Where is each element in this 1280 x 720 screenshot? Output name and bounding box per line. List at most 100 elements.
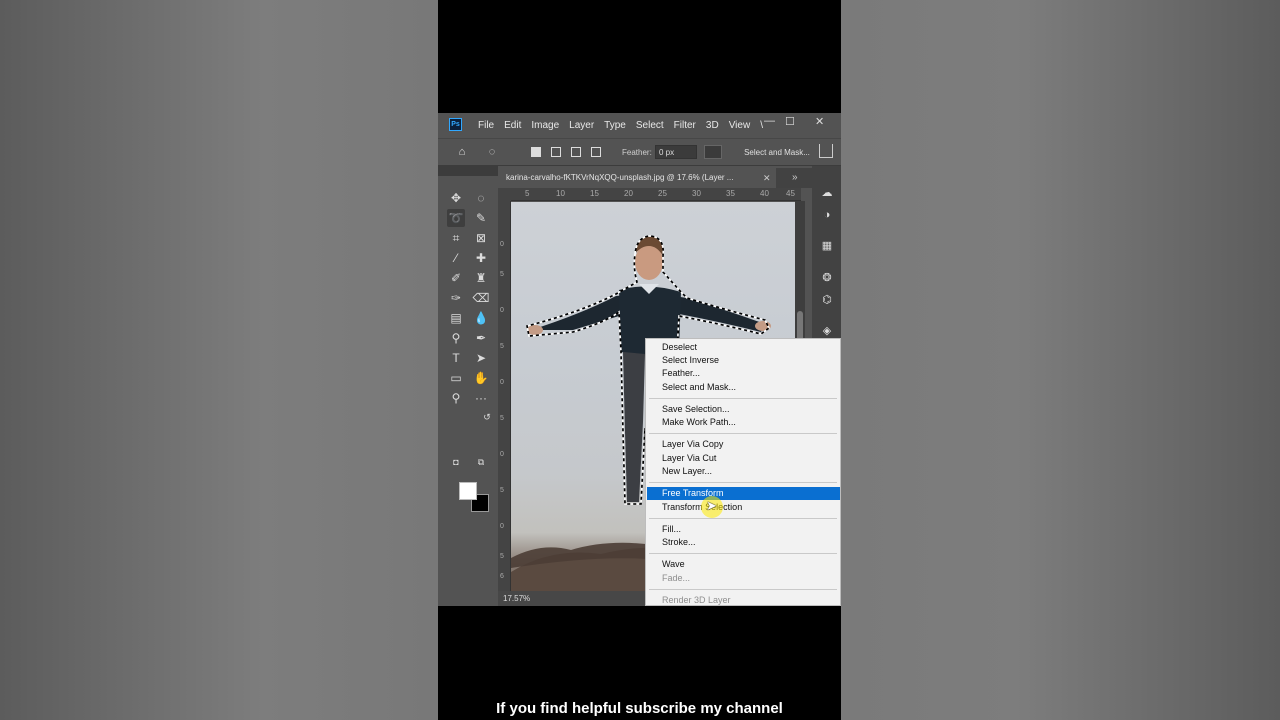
lasso-tool-icon[interactable]: ➰ bbox=[447, 209, 465, 227]
layers-icon[interactable]: ◈ bbox=[819, 324, 835, 338]
healing-brush-tool-icon[interactable]: ✚ bbox=[472, 249, 490, 267]
ruler-tick: 0 bbox=[500, 241, 504, 248]
menu-item-stroke[interactable]: Stroke... bbox=[647, 536, 840, 549]
ruler-tick: 5 bbox=[525, 189, 530, 198]
ruler-tick: 0 bbox=[500, 307, 504, 314]
status-bar: 17.57% bbox=[498, 591, 648, 606]
tab-close-icon[interactable]: ✕ bbox=[763, 168, 771, 188]
menu-layer[interactable]: Layer bbox=[569, 120, 594, 131]
ruler-tick: 40 bbox=[760, 189, 769, 198]
eyedropper-tool-icon[interactable]: ⁄ bbox=[447, 249, 465, 267]
menu-item-transform-selection[interactable]: Transform Selection bbox=[647, 501, 840, 514]
ruler-tick: 5 bbox=[500, 415, 504, 422]
ruler-tick: 0 bbox=[500, 451, 504, 458]
feather-input[interactable]: 0 px bbox=[655, 145, 697, 159]
menu-item-save-selection[interactable]: Save Selection... bbox=[647, 403, 840, 416]
dodge-tool-icon[interactable]: ⚲ bbox=[447, 329, 465, 347]
channels-icon[interactable]: ❂ bbox=[819, 271, 835, 285]
menu-item-select-inverse[interactable]: Select Inverse bbox=[647, 354, 840, 367]
menu-select[interactable]: Select bbox=[636, 120, 664, 131]
quick-mask-icon[interactable]: ◘ bbox=[447, 453, 465, 471]
menu-items: File Edit Image Layer Type Select Filter… bbox=[478, 120, 763, 131]
options-bar: ⌂ ◌ Feather: 0 px Select and Mask... bbox=[438, 138, 841, 166]
path-select-tool-icon[interactable]: ➤ bbox=[472, 349, 490, 367]
ruler-tick: 5 bbox=[500, 271, 504, 278]
eraser-tool-icon[interactable]: ⌫ bbox=[472, 289, 490, 307]
history-brush-tool-icon[interactable]: ✑ bbox=[447, 289, 465, 307]
zoom-tool-icon[interactable]: ⚲ bbox=[447, 389, 465, 407]
more-tabs-icon[interactable]: » bbox=[792, 168, 798, 188]
menu-separator bbox=[649, 433, 837, 434]
ruler-corner bbox=[498, 188, 511, 201]
menu-item-feather[interactable]: Feather... bbox=[647, 367, 840, 380]
vertical-ruler: 0 5 0 5 0 5 0 5 0 5 6 bbox=[498, 201, 511, 591]
share-icon[interactable] bbox=[819, 144, 833, 158]
select-and-mask-button[interactable]: Select and Mask... bbox=[740, 145, 814, 160]
swap-colors-icon[interactable]: ↺ bbox=[478, 408, 496, 426]
minimize-icon[interactable]: — bbox=[764, 115, 775, 127]
blur-tool-icon[interactable]: 💧 bbox=[472, 309, 490, 327]
document-tab[interactable]: karina-carvalho-fKTKVrNqXQQ-unsplash.jpg… bbox=[500, 168, 776, 188]
close-icon[interactable]: ✕ bbox=[815, 115, 824, 128]
brush-tool-icon[interactable]: ✐ bbox=[447, 269, 465, 287]
adjustments-icon[interactable]: ◑ bbox=[819, 208, 835, 222]
maximize-icon[interactable]: ☐ bbox=[785, 115, 795, 128]
menu-type[interactable]: Type bbox=[604, 120, 626, 131]
menu-bar: Ps File Edit Image Layer Type Select Fil… bbox=[438, 113, 841, 138]
ruler-tick: 35 bbox=[726, 189, 735, 198]
menu-3d[interactable]: 3D bbox=[706, 120, 719, 131]
subtract-selection-icon[interactable] bbox=[571, 147, 581, 157]
menu-filter[interactable]: Filter bbox=[674, 120, 696, 131]
home-icon[interactable]: ⌂ bbox=[455, 145, 469, 159]
swatches-icon[interactable]: ▦ bbox=[819, 239, 835, 253]
blurred-background-left bbox=[0, 0, 438, 720]
quick-select-tool-icon[interactable]: ✎ bbox=[472, 209, 490, 227]
menu-item-fill[interactable]: Fill... bbox=[647, 523, 840, 536]
rectangle-tool-icon[interactable]: ▭ bbox=[447, 369, 465, 387]
paths-icon[interactable]: ⌬ bbox=[819, 293, 835, 307]
menu-item-layer-via-cut[interactable]: Layer Via Cut bbox=[647, 452, 840, 465]
menu-image[interactable]: Image bbox=[531, 120, 559, 131]
toolbar-collapse-strip[interactable] bbox=[438, 166, 498, 176]
menu-item-free-transform[interactable]: Free Transform bbox=[647, 487, 840, 500]
screen-mode-icon[interactable]: ⧉ bbox=[472, 453, 490, 471]
ruler-tick: 5 bbox=[500, 343, 504, 350]
menu-item-make-work-path[interactable]: Make Work Path... bbox=[647, 416, 840, 429]
photoshop-logo-icon: Ps bbox=[449, 118, 462, 131]
menu-view[interactable]: View bbox=[729, 120, 751, 131]
crop-tool-icon[interactable]: ⌗ bbox=[447, 229, 465, 247]
tools-panel: ✥ ◌ ➰ ✎ ⌗ ⊠ ⁄ ✚ ✐ ♜ ✑ ⌫ ▤ 💧 ⚲ ✒ T ➤ ▭ ✋ … bbox=[442, 179, 498, 512]
menu-item-wave[interactable]: Wave bbox=[647, 558, 840, 571]
more-tools-icon[interactable]: ··· bbox=[472, 389, 490, 407]
menu-file[interactable]: File bbox=[478, 120, 494, 131]
frame-tool-icon[interactable]: ⊠ bbox=[472, 229, 490, 247]
hand-tool-icon[interactable]: ✋ bbox=[472, 369, 490, 387]
menu-window-cut[interactable]: \ bbox=[760, 120, 763, 131]
ruler-tick: 25 bbox=[658, 189, 667, 198]
scrollbar-thumb[interactable] bbox=[797, 311, 803, 341]
pen-tool-icon[interactable]: ✒ bbox=[472, 329, 490, 347]
new-selection-icon[interactable] bbox=[531, 147, 541, 157]
ruler-tick: 20 bbox=[624, 189, 633, 198]
photoshop-window: Ps File Edit Image Layer Type Select Fil… bbox=[438, 113, 841, 606]
zoom-level[interactable]: 17.57% bbox=[503, 594, 530, 603]
move-tool-icon[interactable]: ✥ bbox=[447, 189, 465, 207]
anti-alias-icon[interactable] bbox=[704, 145, 722, 159]
type-tool-icon[interactable]: T bbox=[447, 349, 465, 367]
foreground-color-swatch[interactable] bbox=[459, 482, 477, 500]
menu-item-select-and-mask[interactable]: Select and Mask... bbox=[647, 381, 840, 394]
lasso-preset-icon[interactable]: ◌ bbox=[485, 145, 499, 159]
menu-item-layer-via-copy[interactable]: Layer Via Copy bbox=[647, 438, 840, 451]
intersect-selection-icon[interactable] bbox=[591, 147, 601, 157]
libraries-icon[interactable]: ☁ bbox=[819, 186, 835, 200]
ruler-tick: 0 bbox=[500, 379, 504, 386]
menu-edit[interactable]: Edit bbox=[504, 120, 521, 131]
ruler-tick: 45 bbox=[786, 189, 795, 198]
marquee-tool-icon[interactable]: ◌ bbox=[472, 189, 490, 207]
add-selection-icon[interactable] bbox=[551, 147, 561, 157]
gradient-tool-icon[interactable]: ▤ bbox=[447, 309, 465, 327]
menu-item-new-layer[interactable]: New Layer... bbox=[647, 465, 840, 478]
menu-item-deselect[interactable]: Deselect bbox=[647, 341, 840, 354]
menu-separator bbox=[649, 553, 837, 554]
clone-stamp-tool-icon[interactable]: ♜ bbox=[472, 269, 490, 287]
